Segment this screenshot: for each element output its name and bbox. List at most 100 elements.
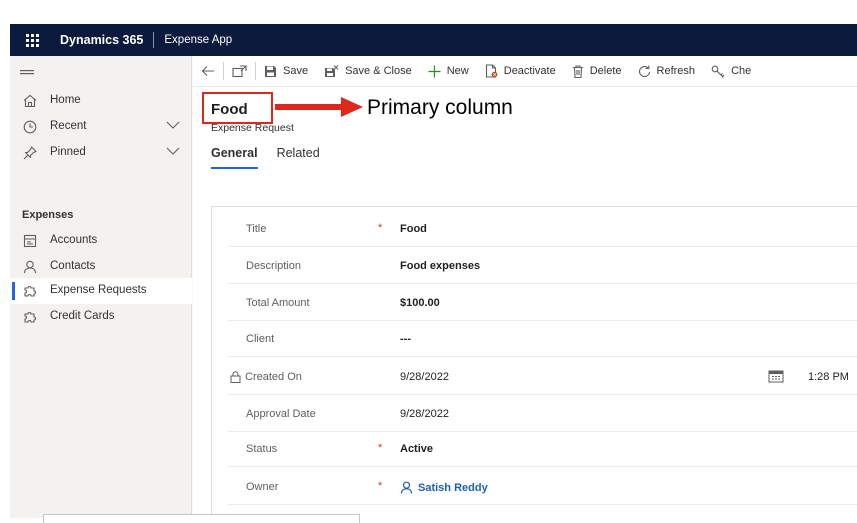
field-label: Created On [245,371,302,383]
field-label: Total Amount [246,297,310,309]
sidebar-item-credit-cards[interactable]: Credit Cards [10,304,192,330]
person-icon [400,481,413,494]
row-divider [228,504,857,505]
status-select[interactable]: Active [400,443,433,455]
tab-related[interactable]: Related [277,146,320,169]
popout-icon [232,64,247,77]
sidebar-item-label: Credit Cards [50,310,115,322]
home-icon [23,94,37,108]
row-divider [228,283,857,284]
total-amount-input[interactable]: $100.00 [400,297,440,309]
field-row-title: Title * Food [212,211,857,247]
new-button[interactable]: New [420,56,477,87]
save-button[interactable]: Save [256,56,316,87]
tab-general[interactable]: General [211,146,258,169]
field-row-approval-date: Approval Date 9/28/2022 [212,396,857,432]
row-divider [228,466,857,467]
open-new-window-button[interactable] [224,56,255,87]
deactivate-button[interactable]: Deactivate [477,56,564,87]
refresh-label: Refresh [656,65,696,77]
command-bar: Save Save & Close New Deactivate Delete … [193,56,857,87]
sidebar-group-label: Expenses [22,209,74,221]
calendar-icon[interactable] [768,369,784,383]
sidebar-item-pinned[interactable]: Pinned [10,140,192,166]
check-access-label: Che [731,65,752,77]
required-indicator: * [378,480,383,492]
field-label: Approval Date [246,408,316,420]
highlight-box [202,92,273,124]
row-divider [228,394,857,395]
field-label: Owner [246,481,279,493]
sidebar-item-accounts[interactable]: Accounts [10,228,192,254]
key-icon [711,65,725,78]
created-on-date: 9/28/2022 [400,371,449,383]
required-indicator: * [378,222,383,234]
field-row-status: Status * Active [212,431,857,467]
puzzle-icon [24,311,37,323]
field-row-description: Description Food expenses [212,248,857,284]
sidebar-item-expense-requests[interactable]: Expense Requests [10,278,192,304]
field-row-client: Client --- [212,321,857,357]
field-row-owner: Owner * Satish Reddy [212,469,857,505]
record-form-area: Save Save & Close New Deactivate Delete … [193,56,857,518]
sidebar-item-label: Accounts [50,234,98,246]
person-icon [23,260,37,274]
description-input[interactable]: Food expenses [400,260,480,272]
refresh-button[interactable]: Refresh [630,56,704,87]
bottom-edge-artifact [43,514,360,523]
check-access-button[interactable]: Che [703,56,759,87]
required-indicator: * [378,442,383,454]
title-input[interactable]: Food [400,223,427,235]
owner-name: Satish Reddy [418,481,488,494]
delete-button[interactable]: Delete [564,56,630,87]
entity-name: Expense Request [211,122,294,134]
arrow-right-icon [275,97,363,117]
field-label: Status [246,443,278,455]
client-lookup-input[interactable]: --- [400,333,411,345]
field-label: Title [246,223,267,235]
approval-date-input[interactable]: 9/28/2022 [400,408,449,420]
back-button[interactable] [193,56,223,87]
back-arrow-icon [201,66,214,76]
sidebar-item-label: Pinned [50,146,86,158]
plus-icon [428,65,441,77]
sidebar-item-recent[interactable]: Recent [10,114,192,140]
field-label: Client [246,333,275,345]
sidebar-item-contacts[interactable]: Contacts [10,254,192,280]
save-close-label: Save & Close [345,65,412,77]
sidebar-item-label: Expense Requests [50,284,147,296]
save-close-icon [325,64,339,77]
chevron-down-icon[interactable] [166,120,180,130]
row-divider [228,246,857,247]
save-close-button[interactable]: Save & Close [316,56,420,87]
delete-label: Delete [589,65,622,77]
save-label: Save [283,65,309,77]
form-section: Title * Food Description Food expenses T… [211,206,857,518]
accounts-icon [23,234,37,248]
puzzle-icon [24,285,37,297]
field-label: Description [246,260,302,272]
field-row-created-on: Created On 9/28/2022 1:28 PM [212,359,857,395]
annotation-text: Primary column [367,96,513,119]
lock-icon [230,371,241,383]
chevron-down-icon[interactable] [166,146,180,156]
sidebar-item-home[interactable]: Home [10,88,192,114]
top-navigation-bar: Dynamics 365 Expense App [10,24,857,56]
app-name[interactable]: Expense App [154,34,232,46]
app-launcher-icon[interactable] [10,24,54,56]
form-tabs: General Related [211,146,339,169]
clock-icon [23,120,37,134]
row-divider [228,356,857,357]
refresh-icon [638,65,650,77]
save-icon [265,65,276,77]
hamburger-menu-icon[interactable] [20,66,36,80]
owner-lookup-link[interactable]: Satish Reddy [400,481,488,494]
deactivate-icon [485,64,498,78]
sidebar-item-label: Home [50,94,81,106]
field-row-total-amount: Total Amount $100.00 [212,285,857,321]
created-on-time: 1:28 PM [808,371,849,383]
brand-name[interactable]: Dynamics 365 [54,33,153,47]
app-frame: Dynamics 365 Expense App Home Recent Pin… [10,24,857,518]
trash-icon [572,64,583,78]
new-label: New [446,65,469,77]
